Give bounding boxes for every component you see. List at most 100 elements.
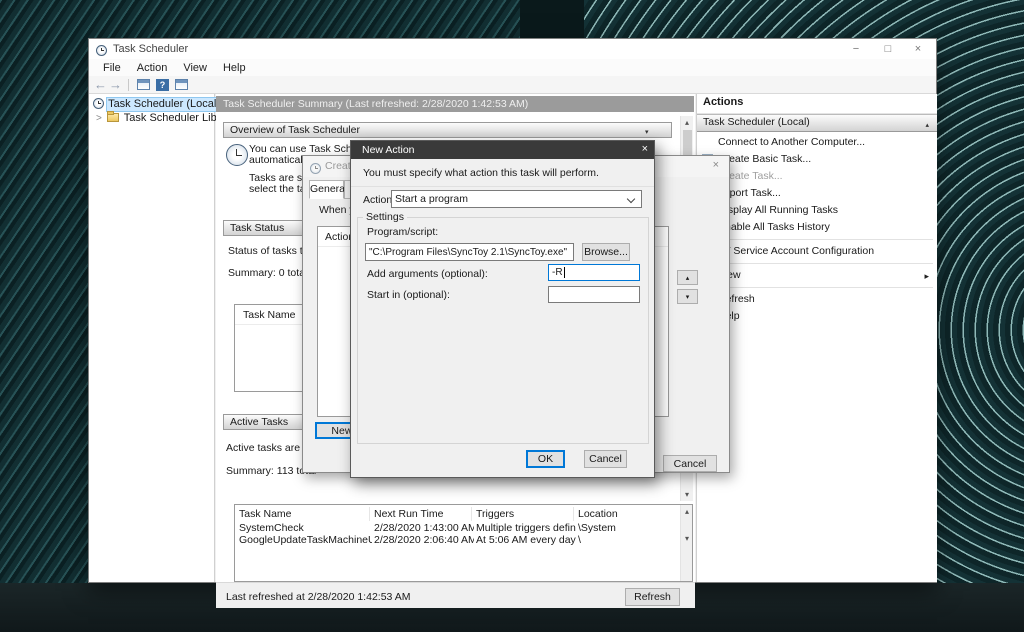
actions-header: Actions — [697, 94, 937, 114]
summary-status-bar: Last refreshed at 2/28/2020 1:42:53 AM R… — [216, 582, 695, 608]
new-action-dialog: New Action × You must specify what actio… — [350, 140, 655, 478]
action-selected-value: Start a program — [395, 193, 468, 205]
actions-pane: Actions Task Scheduler (Local) ▴ Connect… — [696, 94, 937, 582]
help-icon[interactable]: ? — [156, 79, 169, 91]
show-console-tree-icon[interactable] — [137, 79, 150, 90]
tab-general[interactable]: General — [309, 180, 344, 199]
menu-help[interactable]: Help — [215, 62, 254, 74]
table-cell[interactable]: 2/28/2020 1:43:00 AM — [374, 522, 474, 534]
overview-section-title: Overview of Task Scheduler — [230, 124, 360, 136]
settings-label: Settings — [363, 211, 407, 223]
overview-clock-icon — [226, 144, 248, 166]
action-item-label: Connect to Another Computer... — [718, 136, 865, 148]
task-status-list-header[interactable]: Task Name — [243, 309, 296, 321]
collapse-arrow-icon[interactable]: ▴ — [925, 118, 929, 133]
move-down-button[interactable]: ▾ — [677, 289, 698, 304]
action-item-label: Create Basic Task... — [718, 153, 811, 165]
tree-item-task-scheduler-library[interactable]: > Task Scheduler Library — [96, 112, 236, 124]
toolbar-separator — [128, 79, 129, 91]
browse-button[interactable]: Browse... — [582, 243, 630, 261]
text-caret — [564, 267, 565, 278]
show-action-pane-icon[interactable] — [175, 79, 188, 90]
table-cell[interactable]: GoogleUpdateTaskMachineUA — [239, 534, 372, 546]
action-item-label: Display All Running Tasks — [718, 204, 838, 216]
action-item-refresh[interactable]: Refresh — [697, 291, 937, 308]
table-cell[interactable]: Multiple triggers defined — [476, 522, 576, 534]
cancel-button[interactable]: Cancel — [584, 450, 627, 468]
forward-icon[interactable]: → — [108, 77, 123, 92]
new-action-title-bar[interactable]: New Action × — [351, 141, 654, 159]
arguments-input[interactable]: -R — [548, 264, 640, 281]
column-divider — [369, 507, 370, 521]
column-divider — [471, 507, 472, 521]
scroll-up-icon[interactable]: ▴ — [681, 116, 693, 129]
action-item-connect-to-another-computer[interactable]: Connect to Another Computer... — [697, 134, 937, 151]
title-bar[interactable]: Task Scheduler − □ × — [89, 39, 936, 59]
overview-section-bar[interactable]: Overview of Task Scheduler ▾ — [223, 122, 672, 138]
tree-item-task-scheduler-local[interactable]: Task Scheduler (Local) — [93, 98, 223, 110]
refresh-button[interactable]: Refresh — [625, 588, 680, 606]
action-item-enable-all-tasks-history[interactable]: Enable All Tasks History — [697, 219, 937, 236]
action-item-view[interactable]: View▸ — [697, 267, 937, 284]
chevron-down-icon — [627, 195, 635, 203]
submenu-arrow-icon: ▸ — [924, 269, 929, 284]
close-button[interactable]: × — [904, 39, 932, 59]
table-column-location[interactable]: Location — [578, 508, 674, 520]
actions-group-title: Task Scheduler (Local) — [703, 116, 810, 128]
action-item-help[interactable]: Help — [697, 308, 937, 325]
menu-action[interactable]: Action — [129, 62, 176, 74]
action-item-create-basic-task[interactable]: Create Basic Task... — [697, 151, 937, 168]
back-icon[interactable]: ← — [93, 77, 108, 92]
actions-group-bar[interactable]: Task Scheduler (Local) ▴ — [697, 114, 937, 132]
app-clock-icon — [96, 45, 107, 56]
library-folder-icon — [107, 113, 119, 122]
table-column-next-run-time[interactable]: Next Run Time — [374, 508, 474, 520]
collapse-arrow-icon[interactable]: ▾ — [645, 126, 649, 140]
maximize-button[interactable]: □ — [874, 39, 902, 59]
actions-separator — [701, 263, 933, 264]
task-status-title: Task Status — [230, 222, 284, 234]
toolbar: ← → ? — [89, 76, 936, 94]
arguments-label: Add arguments (optional): — [367, 268, 488, 280]
table-scrollbar[interactable]: ▴ ▾ — [680, 505, 693, 582]
minimize-button[interactable]: − — [842, 39, 870, 59]
action-item-at-service-account-configuration[interactable]: AT Service Account Configuration — [697, 243, 937, 260]
menu-view[interactable]: View — [175, 62, 215, 74]
action-combobox[interactable]: Start a program — [391, 190, 642, 208]
table-cell[interactable]: At 5:06 AM every day - ... — [476, 534, 576, 546]
menu-file[interactable]: File — [95, 62, 129, 74]
instruction-text: You must specify what action this task w… — [363, 167, 599, 179]
table-column-triggers[interactable]: Triggers — [476, 508, 576, 520]
tree-item-label: Task Scheduler (Local) — [107, 98, 223, 111]
table-cell[interactable]: 2/28/2020 2:06:40 AM — [374, 534, 474, 546]
console-tree-pane: Task Scheduler (Local) > Task Scheduler … — [89, 94, 215, 582]
actions-list: Connect to Another Computer... Create Bas… — [697, 132, 937, 325]
action-item-label: AT Service Account Configuration — [718, 245, 874, 257]
table-cell[interactable]: \System — [578, 522, 674, 534]
create-task-cancel-button[interactable]: Cancel — [663, 455, 717, 472]
close-icon[interactable]: × — [713, 159, 719, 171]
action-item-display-all-running-tasks[interactable]: Display All Running Tasks — [697, 202, 937, 219]
expand-chevron-icon[interactable]: > — [96, 113, 102, 124]
close-icon[interactable]: × — [642, 143, 648, 155]
scroll-down-icon[interactable]: ▾ — [681, 488, 693, 501]
divider — [351, 186, 654, 187]
table-cell[interactable]: SystemCheck — [239, 522, 372, 534]
program-input[interactable]: "C:\Program Files\SyncToy 2.1\SyncToy.ex… — [365, 243, 574, 261]
actions-separator — [701, 287, 933, 288]
active-tasks-table[interactable]: Task NameNext Run TimeTriggersLocation S… — [234, 504, 693, 582]
summary-pane-header: Task Scheduler Summary (Last refreshed: … — [216, 96, 694, 112]
scroll-up-icon[interactable]: ▴ — [681, 505, 693, 518]
action-item-import-task[interactable]: Import Task... — [697, 185, 937, 202]
startin-input[interactable] — [548, 286, 640, 303]
program-label: Program/script: — [367, 226, 438, 238]
move-up-button[interactable]: ▴ — [677, 270, 698, 285]
arguments-value: -R — [552, 267, 563, 278]
ok-button[interactable]: OK — [526, 450, 565, 468]
actions-separator — [701, 239, 933, 240]
scroll-down-icon[interactable]: ▾ — [681, 532, 693, 545]
last-refreshed-text: Last refreshed at 2/28/2020 1:42:53 AM — [226, 591, 410, 603]
menu-bar: File Action View Help — [89, 59, 936, 76]
table-column-task-name[interactable]: Task Name — [239, 508, 372, 520]
table-cell[interactable]: \ — [578, 534, 674, 546]
